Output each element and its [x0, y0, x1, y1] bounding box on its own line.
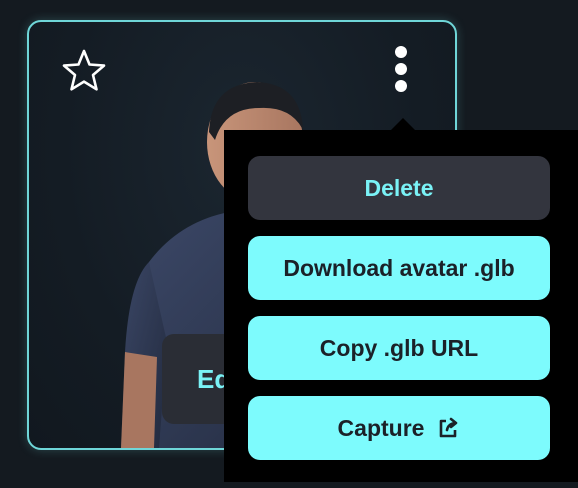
delete-button[interactable]: Delete [248, 156, 550, 220]
capture-button[interactable]: Capture [248, 396, 550, 460]
download-glb-button[interactable]: Download avatar .glb [248, 236, 550, 300]
copy-glb-url-button[interactable]: Copy .glb URL [248, 316, 550, 380]
share-external-icon [440, 417, 458, 438]
download-glb-label: Download avatar .glb [283, 254, 515, 281]
favorite-star-icon[interactable] [60, 47, 108, 95]
more-options-icon[interactable] [389, 46, 413, 98]
delete-label: Delete [364, 174, 434, 201]
capture-label: Capture [337, 414, 425, 441]
copy-glb-url-label: Copy .glb URL [319, 334, 479, 361]
options-menu: Delete Download avatar .glb Copy .glb UR… [224, 130, 578, 482]
